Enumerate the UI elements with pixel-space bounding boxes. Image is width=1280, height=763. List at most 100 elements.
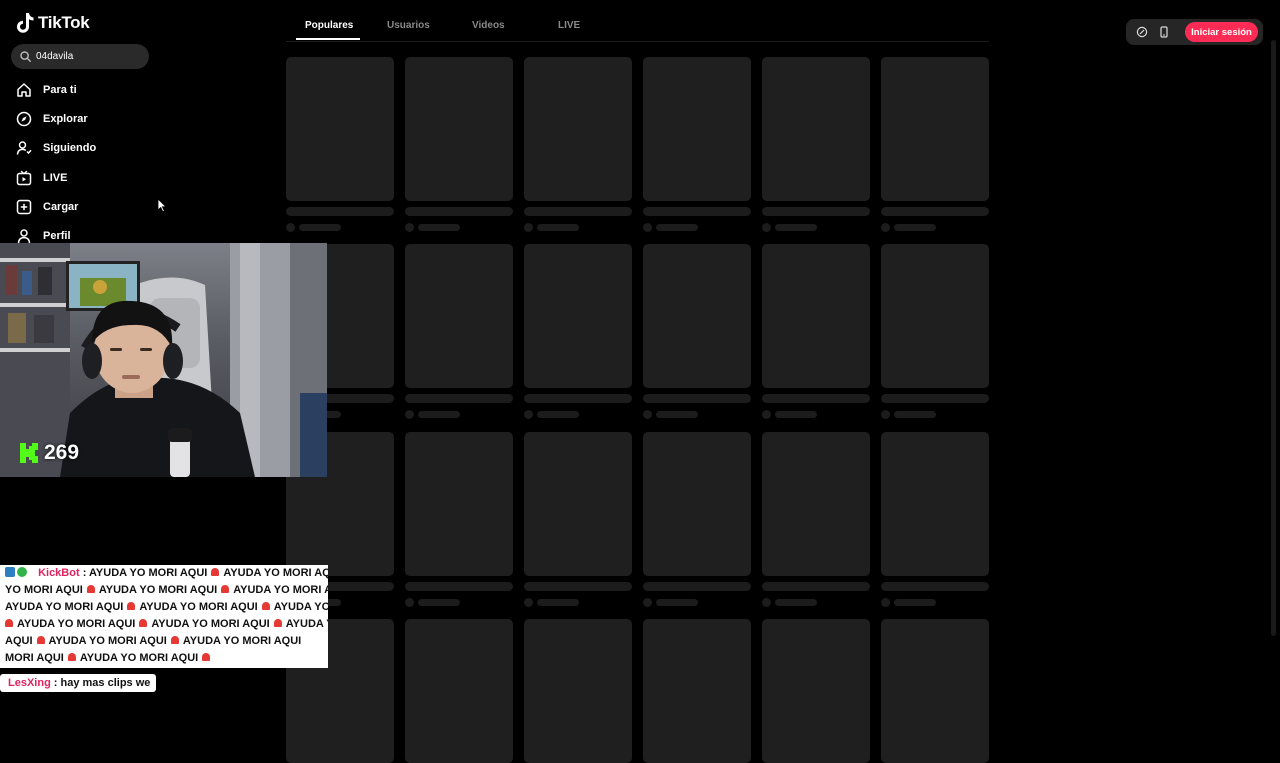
sidebar-item-label: Cargar <box>43 201 79 213</box>
chat-message: AYUDA YO MORI AQUI <box>48 635 167 647</box>
page-scrollbar[interactable] <box>1271 40 1276 636</box>
active-tab-indicator <box>296 38 360 40</box>
chat-message: AYUDA YO MORI AQUI <box>151 618 270 630</box>
chat-message: AYUDA YO MORI AQUI <box>139 601 258 613</box>
chat-username: KickBot <box>38 567 80 579</box>
mobile-app-icon[interactable] <box>1154 22 1174 42</box>
compass-icon <box>16 111 32 127</box>
home-icon <box>16 82 32 98</box>
username-skeleton <box>656 411 698 418</box>
chat-message: : hay mas clips we <box>53 677 151 689</box>
video-card-skeleton <box>643 619 751 763</box>
tiktok-logo[interactable]: TikTok <box>16 12 90 34</box>
chat-message: AYUDA YO MORI AQUI <box>17 618 136 630</box>
tab-live[interactable]: LIVE <box>558 20 580 31</box>
caption-skeleton <box>643 207 751 216</box>
avatar-skeleton <box>524 410 533 419</box>
tab-usuarios[interactable]: Usuarios <box>387 20 430 31</box>
avatar-skeleton <box>881 598 890 607</box>
avatar-skeleton <box>405 223 414 232</box>
username-skeleton <box>894 599 936 606</box>
avatar-skeleton <box>762 410 771 419</box>
chat-message: AYUDA YO MORI AQUI <box>182 635 302 647</box>
video-card-skeleton <box>286 57 394 201</box>
video-card-skeleton <box>762 432 870 576</box>
caption-skeleton <box>762 582 870 591</box>
avatar-skeleton <box>405 410 414 419</box>
search-icon <box>20 51 31 62</box>
username-skeleton <box>894 224 936 231</box>
sidebar-item-live[interactable]: LIVE <box>16 164 67 192</box>
chat-line: YO MORI AQUI AYUDA YO MORI AQUI AYUDA YO M… <box>5 582 328 599</box>
chat-message: AYUDA YO MORI AQUI <box>5 601 124 613</box>
username-skeleton <box>537 224 579 231</box>
video-card-skeleton <box>643 244 751 388</box>
chat-message: AYUDA YO MORI AQUI <box>273 601 328 613</box>
video-card-skeleton <box>881 57 989 201</box>
header-actions: Iniciar sesión <box>1126 19 1263 45</box>
caption-skeleton <box>405 207 513 216</box>
sidebar-item-label: Explorar <box>43 113 88 125</box>
sidebar-item-siguiendo[interactable]: Siguiendo <box>16 134 96 162</box>
caption-skeleton <box>286 207 394 216</box>
caption-skeleton <box>643 582 751 591</box>
chat-message: AYUDA YO MORI AQUI <box>233 584 328 596</box>
video-card-skeleton <box>405 432 513 576</box>
chat-username: LesXing <box>8 677 51 689</box>
video-card-skeleton <box>762 57 870 201</box>
username-skeleton <box>418 599 460 606</box>
video-card-skeleton <box>524 57 632 201</box>
alarm-emoji-icon <box>221 585 230 593</box>
chat-message: AQUI <box>5 635 33 647</box>
video-card-skeleton <box>643 432 751 576</box>
bot-badge-icon <box>5 567 15 577</box>
username-skeleton <box>656 599 698 606</box>
avatar-skeleton <box>643 598 652 607</box>
caption-skeleton <box>405 582 513 591</box>
video-card-skeleton <box>881 432 989 576</box>
tiktok-note-icon <box>17 13 34 33</box>
profile-icon <box>16 228 32 244</box>
username-skeleton <box>775 599 817 606</box>
search-bar[interactable] <box>11 44 149 69</box>
caption-skeleton <box>762 207 870 216</box>
logo-text: TikTok <box>38 13 90 32</box>
caption-skeleton <box>524 207 632 216</box>
caption-skeleton <box>524 394 632 403</box>
coin-icon[interactable] <box>1132 22 1152 42</box>
alarm-emoji-icon <box>139 619 148 627</box>
chat-message: AYUDA YO MORI AQUI <box>223 567 328 579</box>
username-skeleton <box>775 411 817 418</box>
stream-chat-message: LesXing : hay mas clips we <box>0 674 157 692</box>
avatar-skeleton <box>524 223 533 232</box>
viewer-count-badge: 269 <box>20 441 79 465</box>
video-card-skeleton <box>524 619 632 763</box>
caption-skeleton <box>881 207 989 216</box>
caption-skeleton <box>762 394 870 403</box>
video-card-skeleton <box>881 244 989 388</box>
sidebar-item-explorar[interactable]: Explorar <box>16 105 88 133</box>
alarm-emoji-icon <box>67 653 76 661</box>
login-button[interactable]: Iniciar sesión <box>1185 22 1258 42</box>
alarm-emoji-icon <box>36 636 45 644</box>
alarm-emoji-icon <box>86 585 95 593</box>
chat-line: AYUDA YO MORI AQUI AYUDA YO MORI AQUI AYUD… <box>5 616 328 633</box>
caption-skeleton <box>881 394 989 403</box>
sidebar-item-cargar[interactable]: Cargar <box>16 193 78 221</box>
tab-videos[interactable]: Videos <box>472 20 505 31</box>
avatar-skeleton <box>405 598 414 607</box>
chat-message: YO MORI AQUI <box>5 584 83 596</box>
upload-plus-icon <box>16 199 32 215</box>
username-skeleton <box>537 599 579 606</box>
search-input[interactable] <box>36 51 136 62</box>
alarm-emoji-icon <box>170 636 179 644</box>
alarm-emoji-icon <box>273 619 282 627</box>
video-card-skeleton <box>762 619 870 763</box>
chat-message: MORI AQUI <box>5 652 64 664</box>
search-tabs: Populares Usuarios Videos LIVE <box>286 10 989 42</box>
avatar-skeleton <box>524 598 533 607</box>
tab-populares[interactable]: Populares <box>305 20 353 31</box>
sidebar-item-para-ti[interactable]: Para ti <box>16 76 77 104</box>
sidebar-item-label: Perfil <box>43 230 71 242</box>
avatar-skeleton <box>881 410 890 419</box>
